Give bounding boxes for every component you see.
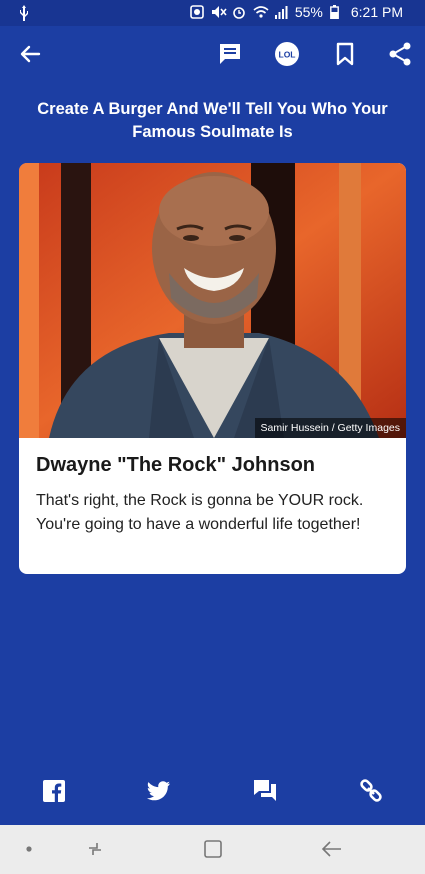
comment-icon[interactable] xyxy=(216,40,244,68)
top-toolbar: LOL xyxy=(0,26,425,82)
clock-time: 6:21 PM xyxy=(350,4,403,20)
battery-percent: 55% xyxy=(294,4,323,20)
wifi-icon xyxy=(253,5,269,19)
recents-icon[interactable] xyxy=(83,837,107,861)
back-arrow-icon[interactable] xyxy=(16,40,44,68)
alarm-icon xyxy=(190,5,204,19)
result-description: That's right, the Rock is gonna be YOUR … xyxy=(36,492,364,533)
twitter-icon[interactable] xyxy=(146,778,172,804)
lol-badge-label: LOL xyxy=(279,50,296,60)
dot-icon xyxy=(17,837,41,861)
share-icon[interactable] xyxy=(386,40,414,68)
quiz-headline: Create A Burger And We'll Tell You Who Y… xyxy=(37,100,388,141)
lol-badge-icon[interactable]: LOL xyxy=(273,40,301,68)
system-nav-bar xyxy=(0,825,425,874)
mute-icon xyxy=(211,5,227,19)
link-icon[interactable] xyxy=(358,778,384,804)
share-bar xyxy=(0,770,425,814)
comment-icon[interactable] xyxy=(252,778,278,804)
back-icon[interactable] xyxy=(320,837,344,861)
alarm-clock-icon xyxy=(232,5,246,19)
home-icon[interactable] xyxy=(201,837,225,861)
usb-icon xyxy=(18,5,30,24)
battery-icon xyxy=(329,5,344,20)
result-title: Dwayne "The Rock" Johnson xyxy=(36,454,316,476)
result-photo: Samir Hussein / Getty Images xyxy=(19,163,406,438)
result-card: Samir Hussein / Getty Images Dwayne "The… xyxy=(19,163,406,574)
bookmark-icon[interactable] xyxy=(331,40,359,68)
image-credit: Samir Hussein / Getty Images xyxy=(254,418,406,438)
status-bar: 55% 6:21 PM xyxy=(0,0,425,26)
signal-icon xyxy=(274,5,288,19)
facebook-icon[interactable] xyxy=(41,778,67,804)
